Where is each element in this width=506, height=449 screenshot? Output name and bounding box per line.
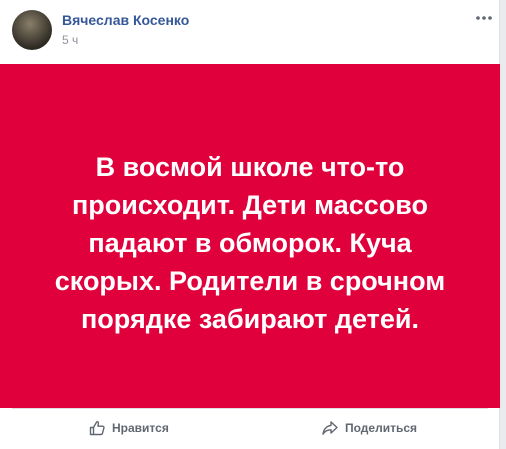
more-dots-icon [476, 16, 492, 20]
share-arrow-icon [322, 421, 338, 435]
share-label: Поделиться [345, 421, 418, 435]
like-button[interactable]: Нравится [88, 409, 169, 447]
share-button[interactable]: Поделиться [321, 409, 417, 447]
post-actions: Нравится Поделиться [0, 409, 500, 449]
author-name[interactable]: Вячеслав Косенко [62, 12, 189, 28]
post-timestamp[interactable]: 5 ч [62, 33, 78, 47]
like-label: Нравится [112, 421, 169, 435]
post-card: Вячеслав Косенко 5 ч В восмой школе что-… [0, 0, 500, 449]
more-options-button[interactable] [474, 10, 494, 26]
thumbs-up-icon [89, 421, 105, 436]
post-header: Вячеслав Косенко 5 ч [0, 0, 500, 62]
post-background: В восмой школе что-то происходит. Дети м… [0, 64, 500, 408]
post-text: В восмой школе что-то происходит. Дети м… [54, 152, 446, 334]
avatar[interactable] [12, 10, 52, 50]
